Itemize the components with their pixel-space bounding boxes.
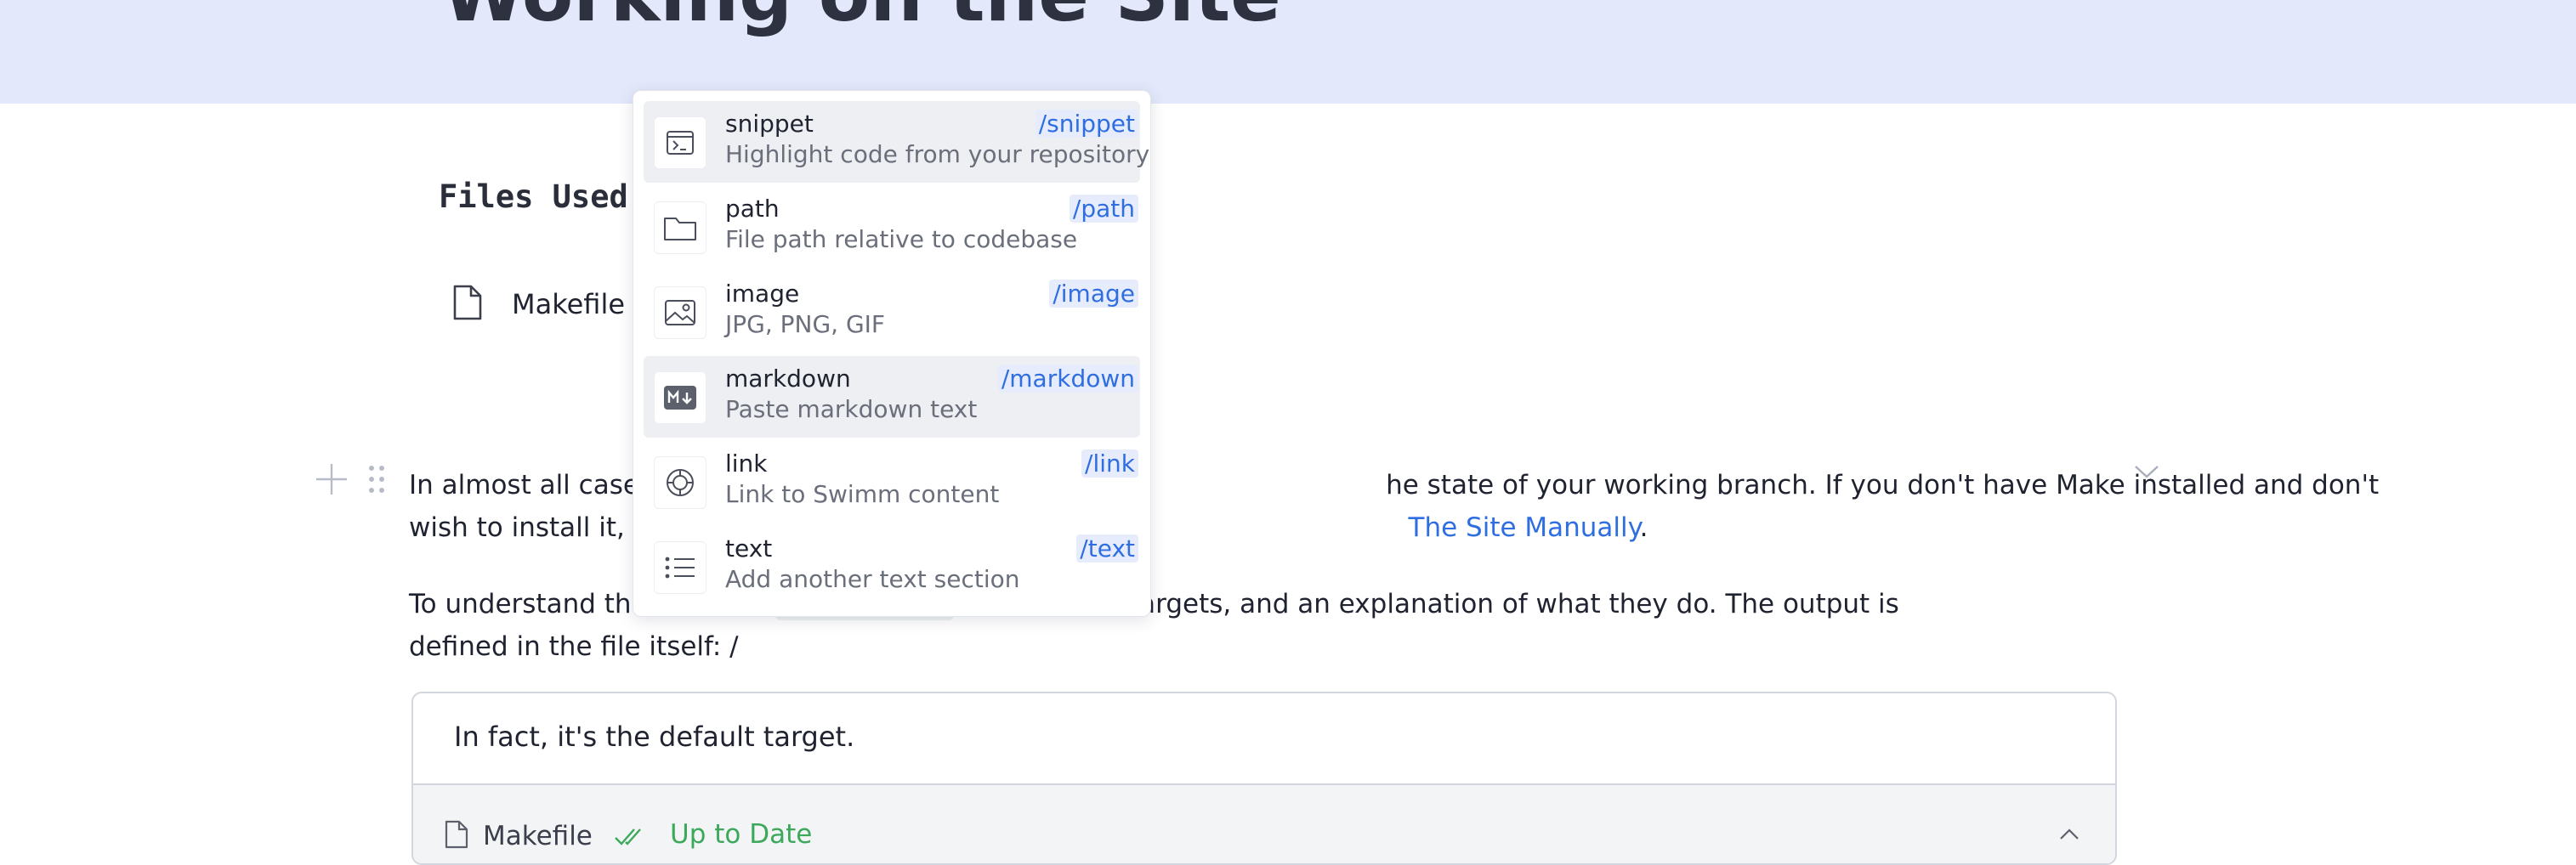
menu-item-description: Link to Swimm content xyxy=(725,480,1000,508)
file-icon xyxy=(452,284,483,325)
paragraph-text: wish to install it, th xyxy=(409,512,661,543)
snippet-file-name: Makefile xyxy=(483,821,593,851)
menu-item-title: markdown xyxy=(725,365,851,393)
plus-icon[interactable] xyxy=(315,462,349,500)
snippet-comment: In fact, it's the default target. xyxy=(454,721,855,753)
menu-item-image[interactable]: image JPG, PNG, GIF /image xyxy=(644,271,1140,353)
menu-item-path[interactable]: path File path relative to codebase /pat… xyxy=(644,186,1140,268)
drag-handle-icon[interactable] xyxy=(367,464,386,498)
menu-item-title: snippet xyxy=(725,110,814,138)
snippet-footer[interactable]: Makefile Up to Date xyxy=(413,783,2115,863)
file-name: Makefile xyxy=(512,288,626,320)
site-manual-link[interactable]: The Site Manually xyxy=(1409,512,1640,543)
block-controls xyxy=(315,462,386,500)
files-used-heading: Files Used: xyxy=(439,178,648,215)
menu-item-description: Paste markdown text xyxy=(725,395,978,423)
code-snippet-card: In fact, it's the default target. Makefi… xyxy=(411,692,2117,865)
folder-icon xyxy=(654,201,706,254)
menu-item-command: /markdown xyxy=(997,365,1138,393)
file-list-item[interactable]: Makefile xyxy=(452,284,625,325)
file-icon xyxy=(444,819,469,853)
paragraph-text: To understand the xyxy=(409,589,648,619)
menu-item-command: /snippet xyxy=(1035,110,1138,138)
header-banner: Working on the Site xyxy=(0,0,2576,104)
page-title: Working on the Site xyxy=(442,0,1281,38)
link-icon xyxy=(654,456,706,509)
snippet-status: Up to Date xyxy=(670,819,813,850)
menu-item-title: image xyxy=(725,280,800,308)
menu-item-description: File path relative to codebase xyxy=(725,225,1078,253)
list-icon xyxy=(654,541,706,594)
menu-item-description: Highlight code from your repository xyxy=(725,140,1150,168)
chevron-up-icon[interactable] xyxy=(2059,828,2080,845)
image-icon xyxy=(654,286,706,339)
terminal-icon xyxy=(654,116,706,169)
menu-item-markdown[interactable]: markdown Paste markdown text /markdown xyxy=(644,356,1140,438)
menu-item-description: JPG, PNG, GIF xyxy=(725,310,886,338)
paragraph-text: he state of your working branch. If you … xyxy=(1386,470,2380,500)
menu-item-command: /image xyxy=(1049,280,1138,308)
paragraph-text: In almost all cases xyxy=(409,470,654,500)
paragraph-text: . xyxy=(1639,512,1648,543)
menu-item-text[interactable]: text Add another text section /text xyxy=(644,526,1140,608)
slash-command-menu: snippet Highlight code from your reposit… xyxy=(633,90,1151,617)
menu-item-snippet[interactable]: snippet Highlight code from your reposit… xyxy=(644,101,1149,183)
menu-item-title: link xyxy=(725,449,768,478)
menu-item-title: path xyxy=(725,195,780,223)
menu-item-command: /path xyxy=(1069,195,1138,223)
menu-item-description: Add another text section xyxy=(725,565,1020,593)
markdown-icon xyxy=(654,371,706,424)
menu-item-link[interactable]: link Link to Swimm content /link xyxy=(644,441,1140,523)
paragraph-text: defined in the file itself: / xyxy=(409,631,739,662)
double-check-icon xyxy=(614,826,648,850)
menu-item-command: /text xyxy=(1076,534,1138,563)
menu-item-title: text xyxy=(725,534,773,563)
menu-item-command: /link xyxy=(1081,449,1138,478)
